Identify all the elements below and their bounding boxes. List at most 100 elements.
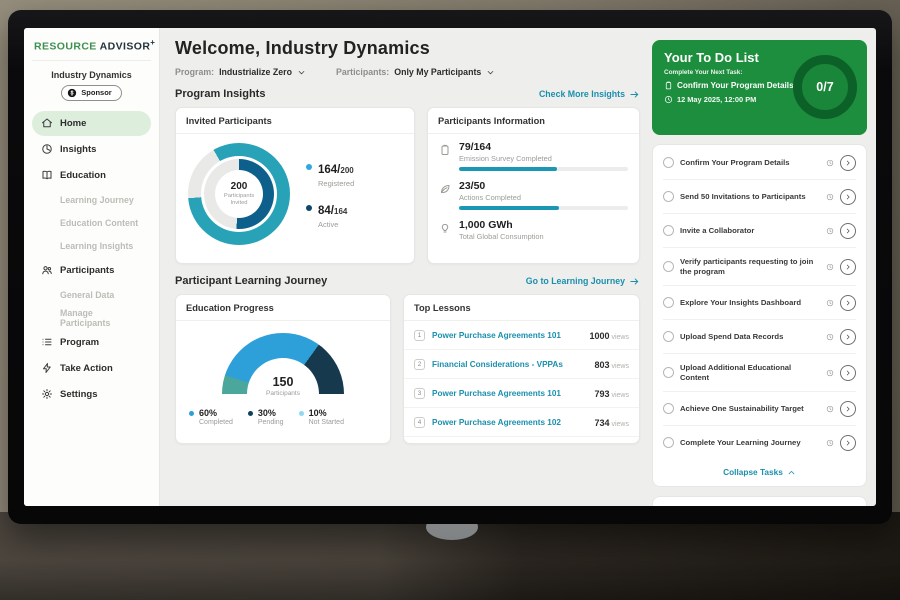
- logo-secondary: ADVISOR: [100, 41, 151, 53]
- task-checkbox[interactable]: [663, 437, 674, 448]
- lessons-list: 1 Power Purchase Agreements 101 1000view…: [404, 321, 639, 444]
- lesson-views-suffix: views: [611, 363, 629, 370]
- stat-progress-track: [459, 167, 628, 171]
- task-checkbox[interactable]: [663, 403, 674, 414]
- clock-icon: [826, 299, 834, 307]
- lesson-title-link[interactable]: Power Purchase Agreements 101: [432, 331, 582, 340]
- sidebar-nav-label: Insights: [60, 144, 96, 155]
- lesson-title-link[interactable]: Financial Considerations - VPPAs: [432, 360, 587, 369]
- clock-icon: [826, 159, 834, 167]
- stat-progress-fill: [459, 167, 557, 171]
- chevron-right-icon: [844, 405, 852, 413]
- legend-dot: [248, 411, 253, 416]
- task-checkbox[interactable]: [663, 367, 674, 378]
- task-label: Confirm Your Program Details: [680, 158, 820, 168]
- lesson-views: 734: [594, 418, 609, 428]
- learning-journey-title: Participant Learning Journey: [175, 275, 327, 287]
- lesson-rank: 1: [414, 330, 425, 341]
- collapse-tasks-link[interactable]: Collapse Tasks: [663, 459, 856, 484]
- filters-row: Program: Industrialize Zero Participants…: [175, 67, 640, 77]
- legend-dot: [306, 205, 312, 211]
- program-insights-title: Program Insights: [175, 88, 265, 100]
- monitor-bezel: RESOURCE ADVISOR+ Industry Dynamics Spon…: [8, 10, 892, 524]
- sidebar-nav-item[interactable]: Education: [32, 163, 151, 188]
- chevron-right-icon: [844, 227, 852, 235]
- program-filter-label: Program:: [175, 67, 214, 77]
- sidebar-nav-item[interactable]: Program: [32, 330, 151, 355]
- program-filter[interactable]: Program: Industrialize Zero: [175, 67, 306, 77]
- chevron-up-icon: [787, 468, 796, 477]
- invited-legend: 164/200 Registered 84/164: [306, 160, 354, 229]
- sidebar-nav-item[interactable]: Participants: [32, 258, 151, 283]
- clock-icon: [826, 227, 834, 235]
- task-row: Verify participants requesting to join t…: [663, 248, 856, 286]
- task-checkbox[interactable]: [663, 225, 674, 236]
- legend-dot: [306, 164, 312, 170]
- lesson-views-suffix: views: [611, 334, 629, 341]
- legend-percent: 30%: [258, 408, 284, 418]
- sidebar-nav-item[interactable]: Learning Insights: [32, 235, 151, 257]
- legend-label: Registered: [318, 179, 354, 188]
- task-checkbox[interactable]: [663, 331, 674, 342]
- stat-value: 1,000 GWh: [459, 219, 628, 231]
- chevron-right-icon: [844, 369, 852, 377]
- task-row: Achieve One Sustainability Target: [663, 392, 856, 426]
- sidebar-nav-label: Participants: [60, 265, 114, 276]
- education-gauge-chart: 150 Participants: [222, 333, 344, 397]
- sidebar-nav-item[interactable]: Learning Journey: [32, 189, 151, 211]
- go-to-learning-journey-link[interactable]: Go to Learning Journey: [526, 276, 640, 287]
- task-checkbox[interactable]: [663, 297, 674, 308]
- task-open-button[interactable]: [840, 329, 856, 345]
- participants-information-card: Participants Information 79/164 Emission…: [427, 107, 640, 264]
- sidebar-nav-icon: [41, 362, 53, 374]
- legend-value: 164/: [318, 164, 340, 176]
- top-lessons-card: Top Lessons 1 Power Purchase Agreements …: [403, 294, 640, 444]
- logo-primary: RESOURCE: [34, 41, 97, 53]
- task-open-button[interactable]: [840, 223, 856, 239]
- stat-label: Actions Completed: [459, 193, 628, 202]
- task-open-button[interactable]: [840, 189, 856, 205]
- sidebar-nav-label: Manage Participants: [60, 308, 142, 328]
- participants-filter[interactable]: Participants: Only My Participants: [336, 67, 495, 77]
- collapse-tasks-label: Collapse Tasks: [723, 467, 783, 477]
- sidebar-nav-item[interactable]: Manage Participants: [32, 307, 151, 329]
- chevron-right-icon: [844, 159, 852, 167]
- sidebar-nav-item[interactable]: Take Action: [32, 356, 151, 381]
- lesson-title-link[interactable]: Power Purchase Agreements 102: [432, 418, 587, 427]
- stat-icon: [439, 183, 451, 195]
- task-checkbox[interactable]: [663, 157, 674, 168]
- stat-value: 79/164: [459, 141, 628, 153]
- info-stat-row: 79/164 Emission Survey Completed: [428, 134, 639, 173]
- check-more-insights-link[interactable]: Check More Insights: [539, 89, 640, 100]
- task-open-button[interactable]: [840, 435, 856, 451]
- tasks-card: Confirm Your Program Details Send 50 Inv…: [652, 144, 867, 487]
- sidebar-nav-item[interactable]: Insights: [32, 137, 151, 162]
- invited-card-body: 200 Participants Invited: [176, 134, 414, 245]
- lesson-views-suffix: views: [611, 392, 629, 399]
- sidebar-nav-item[interactable]: General Data: [32, 284, 151, 306]
- task-open-button[interactable]: [840, 295, 856, 311]
- task-open-button[interactable]: [840, 401, 856, 417]
- info-stat-row: 1,000 GWh Total Global Consumption: [428, 212, 639, 247]
- chevron-down-icon: [297, 68, 306, 77]
- task-open-button[interactable]: [840, 365, 856, 381]
- sidebar-nav-item[interactable]: Education Content: [32, 212, 151, 234]
- task-row: Explore Your Insights Dashboard: [663, 286, 856, 320]
- sidebar-nav-item[interactable]: Settings: [32, 382, 151, 407]
- todo-card: Your To Do List Complete Your Next Task:…: [652, 40, 867, 135]
- sponsor-badge-label: Sponsor: [81, 88, 111, 97]
- invited-center-label: Participants Invited: [215, 193, 263, 207]
- arrow-right-icon: [629, 276, 640, 287]
- dashboard-screen: RESOURCE ADVISOR+ Industry Dynamics Spon…: [24, 28, 876, 506]
- sidebar-nav-item[interactable]: Home: [32, 111, 151, 136]
- task-checkbox[interactable]: [663, 261, 674, 272]
- task-open-button[interactable]: [840, 259, 856, 275]
- task-open-button[interactable]: [840, 155, 856, 171]
- participants-filter-value: Only My Participants: [394, 67, 481, 77]
- task-row: Send 50 Invitations to Participants: [663, 180, 856, 214]
- info-stats: 79/164 Emission Survey Completed: [428, 134, 639, 247]
- lesson-row: 2 Financial Considerations - VPPAs 803vi…: [404, 350, 639, 379]
- task-checkbox[interactable]: [663, 191, 674, 202]
- lesson-title-link[interactable]: Power Purchase Agreements 101: [432, 389, 587, 398]
- lesson-views: 793: [594, 389, 609, 399]
